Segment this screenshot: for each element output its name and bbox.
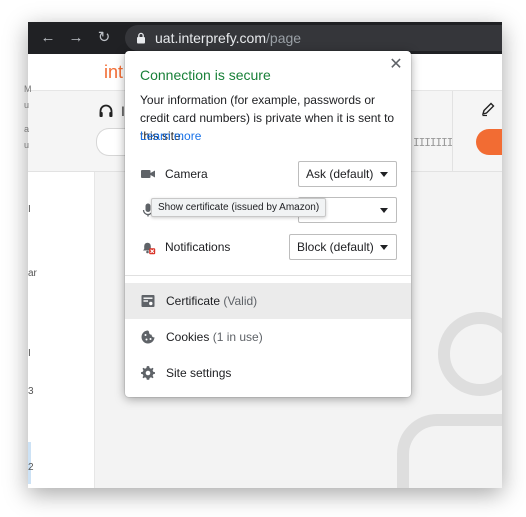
menu-item-label: Cookies [166, 330, 210, 344]
headphones-icon [99, 104, 113, 117]
left-sidebar: I ar I 3 2 [28, 172, 95, 488]
placeholder-avatar-body [397, 414, 502, 488]
reload-icon: ↻ [97, 29, 111, 46]
section-divider [125, 275, 411, 276]
browser-toolbar: ← → ↻ uat.interprefy.com/page [28, 22, 502, 54]
edge-text: u [24, 140, 30, 150]
arrow-right-icon: → [68, 29, 84, 46]
rail-text: 2 [28, 462, 34, 473]
certificate-label: Certificate (Valid) [166, 293, 257, 309]
back-button[interactable]: ← [38, 28, 58, 48]
certificate-status: (Valid) [223, 294, 258, 308]
notifications-blocked-icon [143, 242, 156, 255]
camera-icon [141, 170, 155, 178]
permission-label: Notifications [165, 240, 231, 254]
notifications-permission-select[interactable]: Block (default) [289, 234, 397, 260]
lock-icon[interactable] [135, 32, 147, 44]
permission-label: Camera [165, 167, 208, 181]
url-text[interactable]: uat.interprefy.com/page [155, 29, 301, 47]
cookies-label: Cookies (1 in use) [166, 329, 263, 345]
rail-text: I [28, 348, 31, 359]
connection-status-title: Connection is secure [140, 67, 271, 83]
rail-text: 3 [28, 386, 34, 397]
chevron-down-icon [380, 172, 388, 177]
edge-text: u [24, 100, 30, 110]
band-divider [452, 91, 453, 171]
rail-text: I [28, 204, 31, 215]
cookies-row[interactable]: Cookies (1 in use) [125, 319, 411, 355]
url-host: uat.interprefy.com [155, 30, 267, 46]
site-info-popup: Connection is secure ✕ Your information … [125, 51, 411, 397]
volume-meter: IIIIIII [413, 136, 453, 149]
chevron-down-icon [380, 245, 388, 250]
close-icon[interactable]: ✕ [387, 56, 405, 74]
certificate-icon [141, 295, 155, 307]
forward-button[interactable]: → [66, 28, 86, 48]
arrow-left-icon: ← [40, 29, 56, 46]
permission-row-camera: Camera Ask (default) [125, 159, 411, 189]
certificate-tooltip: Show certificate (issued by Amazon) [151, 198, 327, 217]
pen-icon[interactable] [480, 101, 496, 117]
cookies-count: (1 in use) [212, 330, 263, 344]
action-toggle[interactable] [476, 129, 502, 155]
gear-icon [141, 366, 155, 380]
url-path: /page [266, 30, 302, 46]
camera-permission-select[interactable]: Ask (default) [298, 161, 397, 187]
site-settings-row[interactable]: Site settings [125, 355, 411, 391]
select-value: Ask (default) [306, 167, 374, 181]
permission-row-notifications: Notifications Block (default) [125, 232, 411, 262]
site-settings-label: Site settings [166, 366, 232, 380]
brand-logo-text[interactable]: int [104, 62, 123, 82]
rail-text: ar [28, 268, 37, 279]
address-bar[interactable]: uat.interprefy.com/page [125, 25, 502, 51]
cookie-icon [141, 330, 155, 344]
edge-text: a [24, 124, 30, 134]
select-value: Block (default) [297, 240, 374, 254]
certificate-row[interactable]: Certificate (Valid) [125, 283, 411, 319]
edge-text: M [24, 84, 32, 94]
menu-item-label: Certificate [166, 294, 221, 308]
chevron-down-icon [380, 208, 388, 213]
reload-button[interactable]: ↻ [94, 28, 114, 48]
learn-more-link[interactable]: Learn more [140, 127, 201, 145]
placeholder-avatar-icon [438, 312, 502, 396]
